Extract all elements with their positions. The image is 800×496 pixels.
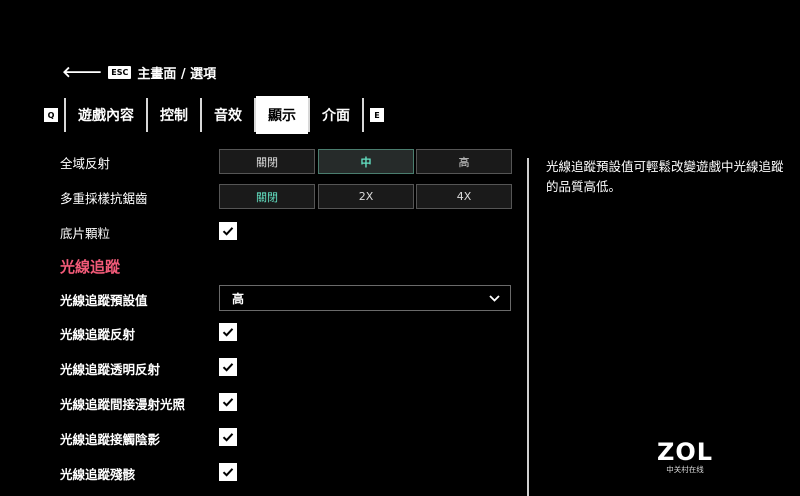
checkmark-icon — [222, 398, 234, 407]
dropdown-value: 高 — [232, 291, 245, 306]
section-title-ray-tracing: 光線追蹤 — [60, 257, 121, 276]
checkbox[interactable] — [219, 393, 237, 411]
checkmark-icon — [222, 433, 234, 442]
setting-label: 光線追蹤接觸陰影 — [60, 431, 161, 447]
tab-audio[interactable]: 音效 — [202, 96, 254, 134]
tab-divider — [362, 98, 364, 132]
setting-row-rt-transparent-reflection: 光線追蹤透明反射 — [60, 353, 520, 383]
checkmark-icon — [222, 227, 234, 236]
setting-row-film-grain: 底片顆粒 — [60, 217, 520, 247]
checkmark-icon — [222, 328, 234, 337]
setting-label: 光線追蹤間接漫射光照 — [60, 396, 186, 412]
option-medium[interactable]: 中 — [318, 149, 414, 174]
setting-label: 光線追蹤反射 — [60, 326, 136, 342]
esc-key-hint: ESC — [108, 65, 132, 79]
setting-row-msaa: 多重採樣抗鋸齒 關閉 2X 4X — [60, 182, 520, 212]
setting-row-rt-preset: 光線追蹤預設值 高 — [60, 284, 520, 314]
setting-row-rt-reflection: 光線追蹤反射 — [60, 318, 520, 348]
breadcrumb: 🡐 ESC 主畫面 / 選項 — [62, 61, 216, 83]
breadcrumb-text: 主畫面 / 選項 — [137, 66, 217, 82]
checkbox[interactable] — [219, 323, 237, 341]
checkmark-icon — [222, 363, 234, 372]
option-high[interactable]: 高 — [416, 149, 512, 174]
checkbox[interactable] — [219, 428, 237, 446]
checkmark-icon — [222, 468, 234, 477]
tab-bar: Q 遊戲內容 控制 音效 顯示 介面 E — [38, 96, 390, 134]
setting-label: 光線追蹤透明反射 — [60, 361, 161, 377]
checkbox[interactable] — [219, 358, 237, 376]
setting-label: 光線追蹤殘骸 — [60, 466, 136, 482]
checkbox[interactable] — [219, 222, 237, 240]
setting-label: 多重採樣抗鋸齒 — [60, 190, 148, 206]
zol-watermark-logo: ZOL 中关村在线 — [654, 440, 716, 476]
watermark-brand: ZOL — [656, 438, 714, 466]
tab-display[interactable]: 顯示 — [256, 96, 308, 134]
setting-row-global-reflection: 全域反射 關閉 中 高 — [60, 147, 520, 177]
option-off[interactable]: 關閉 — [219, 149, 315, 174]
option-off[interactable]: 關閉 — [219, 184, 315, 209]
setting-label: 全域反射 — [60, 155, 111, 171]
setting-row-rt-indirect-diffuse: 光線追蹤間接漫射光照 — [60, 388, 520, 418]
option-4x[interactable]: 4X — [416, 184, 512, 209]
prev-tab-key-hint[interactable]: Q — [44, 108, 58, 122]
tab-interface[interactable]: 介面 — [310, 96, 362, 134]
tab-gameplay[interactable]: 遊戲內容 — [66, 96, 146, 134]
tab-controls[interactable]: 控制 — [148, 96, 200, 134]
setting-row-rt-residual: 光線追蹤殘骸 — [60, 458, 520, 488]
setting-description: 光線追蹤預設值可輕鬆改變遊戲中光線追蹤的品質高低。 — [546, 159, 784, 194]
arrow-left-icon[interactable]: 🡐 — [62, 64, 102, 80]
rt-preset-dropdown[interactable]: 高 — [219, 285, 511, 311]
panel-divider — [527, 158, 529, 496]
chevron-down-icon — [489, 294, 500, 302]
next-tab-key-hint[interactable]: E — [370, 108, 384, 122]
setting-row-rt-contact-shadow: 光線追蹤接觸陰影 — [60, 423, 520, 453]
setting-label: 底片顆粒 — [60, 225, 111, 241]
setting-label: 光線追蹤預設值 — [60, 292, 148, 308]
option-2x[interactable]: 2X — [318, 184, 414, 209]
checkbox[interactable] — [219, 463, 237, 481]
